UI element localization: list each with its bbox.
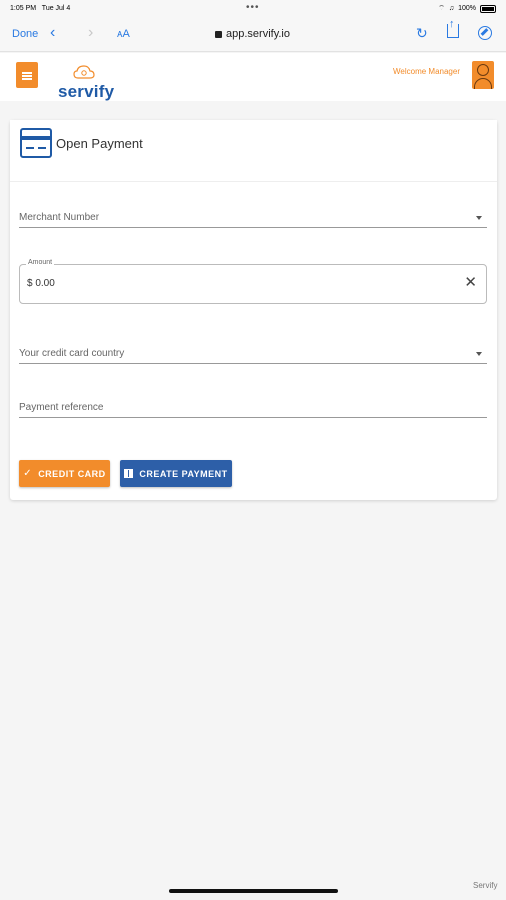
text-size-button[interactable]: ᴀA	[117, 28, 130, 40]
compass-icon[interactable]	[478, 26, 492, 40]
date-text: Tue Jul 4	[41, 5, 71, 12]
menu-line	[22, 75, 32, 77]
status-bar: 1:05 PM Tue Jul 4 ••• ⌔ ♫ 100%	[0, 0, 506, 18]
wifi-icon: ⌔	[438, 5, 445, 12]
headphones-icon: ♫	[448, 5, 455, 12]
user-avatar-icon[interactable]	[472, 61, 494, 89]
merchant-number-label: Merchant Number	[19, 212, 100, 223]
time-text: 1:05 PM	[10, 5, 37, 12]
avatar-body	[474, 78, 492, 89]
card-title: Open Payment	[56, 136, 143, 151]
payment-card: Open Payment Merchant Number Amount $ 0.…	[10, 120, 497, 500]
url-text: app.servify.io	[226, 28, 290, 40]
cloud-logo-icon	[73, 65, 95, 79]
done-button[interactable]: Done	[12, 28, 38, 40]
check-icon: ✓	[23, 468, 33, 479]
card-header: Open Payment	[10, 120, 497, 182]
credit-card-icon	[20, 128, 52, 158]
create-payment-button[interactable]: CREATE PAYMENT	[120, 460, 232, 487]
app-header: servify Welcome Manager	[0, 53, 506, 101]
amount-value[interactable]: $ 0.00	[27, 278, 55, 289]
credit-card-button-label: CREDIT CARD	[38, 468, 106, 479]
hamburger-menu-button[interactable]	[16, 62, 38, 88]
reload-icon[interactable]: ↻	[416, 25, 428, 42]
payment-reference-field[interactable]: Payment reference	[19, 400, 487, 418]
card-country-select[interactable]: Your credit card country	[19, 346, 487, 364]
menu-line	[22, 72, 32, 74]
battery-icon	[480, 4, 496, 13]
payment-reference-label: Payment reference	[19, 402, 104, 413]
dropdown-arrow-icon	[476, 352, 482, 356]
back-arrow-icon[interactable]: ‹	[50, 24, 55, 42]
amount-field[interactable]: Amount $ 0.00 ✕	[19, 259, 487, 304]
browser-toolbar: Done ‹ › ᴀA app.servify.io ↻	[0, 18, 506, 52]
amount-label: Amount	[26, 259, 55, 266]
merchant-number-select[interactable]: Merchant Number	[19, 210, 487, 228]
forward-arrow-icon[interactable]: ›	[88, 24, 93, 42]
dropdown-arrow-icon	[476, 216, 482, 220]
status-time: 1:05 PM Tue Jul 4	[10, 5, 70, 12]
home-indicator[interactable]	[169, 889, 338, 893]
qr-code-icon	[124, 469, 134, 478]
status-right: ⌔ ♫ 100%	[438, 4, 496, 13]
footer-brand: Servify	[473, 881, 498, 890]
brand-wordmark: servify	[58, 82, 115, 101]
menu-line	[22, 78, 32, 80]
credit-card-button[interactable]: ✓ CREDIT CARD	[19, 460, 110, 487]
welcome-text: Welcome Manager	[393, 67, 460, 76]
address-bar[interactable]: app.servify.io	[215, 28, 290, 40]
card-country-label: Your credit card country	[19, 348, 125, 359]
servify-logo[interactable]: servify	[58, 65, 118, 101]
share-icon[interactable]	[447, 18, 459, 38]
clear-icon[interactable]: ✕	[464, 275, 477, 290]
lock-icon	[215, 30, 222, 38]
create-payment-button-label: CREATE PAYMENT	[139, 468, 228, 479]
avatar-head	[477, 64, 489, 76]
battery-percent: 100%	[458, 5, 476, 12]
multitask-dots-icon[interactable]: •••	[246, 2, 260, 13]
